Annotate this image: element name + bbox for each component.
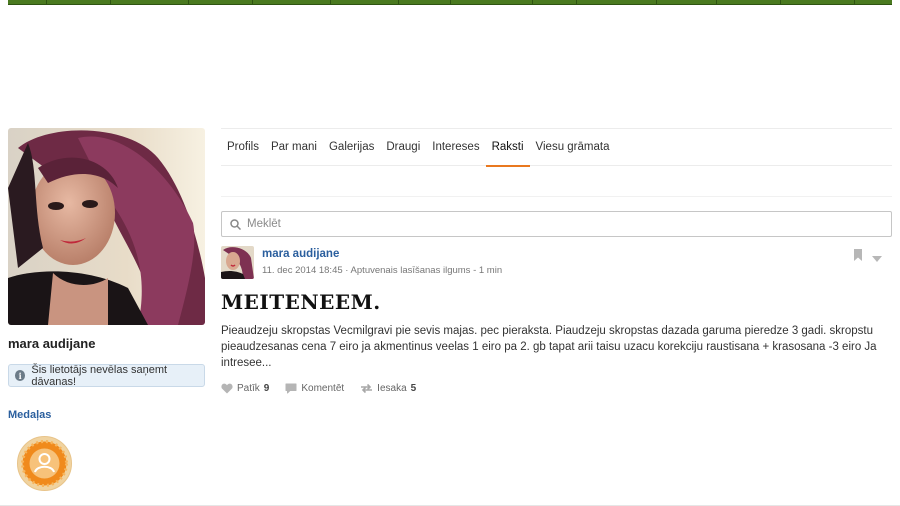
profile-username: mara audijane	[8, 336, 96, 351]
post-author-link[interactable]: mara audijane	[262, 248, 339, 260]
gift-notice: i Šis lietotājs nevēlas saņemt dāvanas!	[8, 363, 205, 388]
post-meta: 11. dec 2014 18:45 · Aptuvenais lasīšana…	[262, 265, 503, 276]
search-icon	[230, 218, 241, 230]
tab-profils[interactable]: Profils	[221, 129, 265, 166]
bookmark-icon[interactable]	[853, 248, 863, 266]
tab-viesu-gramata[interactable]: Viesu grāmata	[530, 129, 616, 166]
post-actions: Patīk 9 Komentēt Iesaka 5	[221, 383, 432, 394]
tab-intereses[interactable]: Intereses	[426, 129, 485, 166]
info-icon: i	[15, 370, 26, 381]
post-body: Pieaudzeju skropstas Vecmilgravi pie sev…	[221, 325, 877, 369]
tab-draugi[interactable]: Draugi	[380, 129, 426, 166]
search-box[interactable]	[221, 211, 892, 237]
post-author-avatar[interactable]	[221, 246, 254, 279]
gift-notice-text: Šis lietotājs nevēlas saņemt dāvanas!	[31, 363, 168, 388]
profile-photo[interactable]	[8, 128, 205, 325]
comment-label: Komentēt	[301, 383, 345, 394]
like-label: Patīk	[237, 383, 260, 394]
medal-icon[interactable]	[16, 435, 73, 492]
heart-icon	[221, 383, 233, 394]
post-title[interactable]: MEITENEEM.	[221, 290, 381, 314]
top-navigation-bar	[8, 0, 892, 5]
profile-tabs: Profils Par mani Galerijas Draugi Intere…	[221, 128, 892, 167]
like-count: 9	[263, 383, 270, 394]
search-input[interactable]	[247, 218, 847, 230]
tab-par-mani[interactable]: Par mani	[265, 129, 323, 166]
medals-heading[interactable]: Medaļas	[8, 409, 51, 421]
tab-galerijas[interactable]: Galerijas	[323, 129, 380, 166]
comment-icon	[285, 383, 297, 394]
share-count: 5	[410, 383, 417, 394]
like-button[interactable]: Patīk 9	[221, 383, 269, 394]
chevron-down-icon[interactable]	[872, 250, 882, 268]
share-label: Iesaka	[377, 383, 407, 394]
divider	[221, 196, 892, 197]
tab-raksti[interactable]: Raksti	[485, 129, 530, 167]
share-button[interactable]: Iesaka 5	[360, 383, 416, 394]
share-icon	[361, 383, 373, 394]
comment-button[interactable]: Komentēt	[285, 383, 344, 394]
